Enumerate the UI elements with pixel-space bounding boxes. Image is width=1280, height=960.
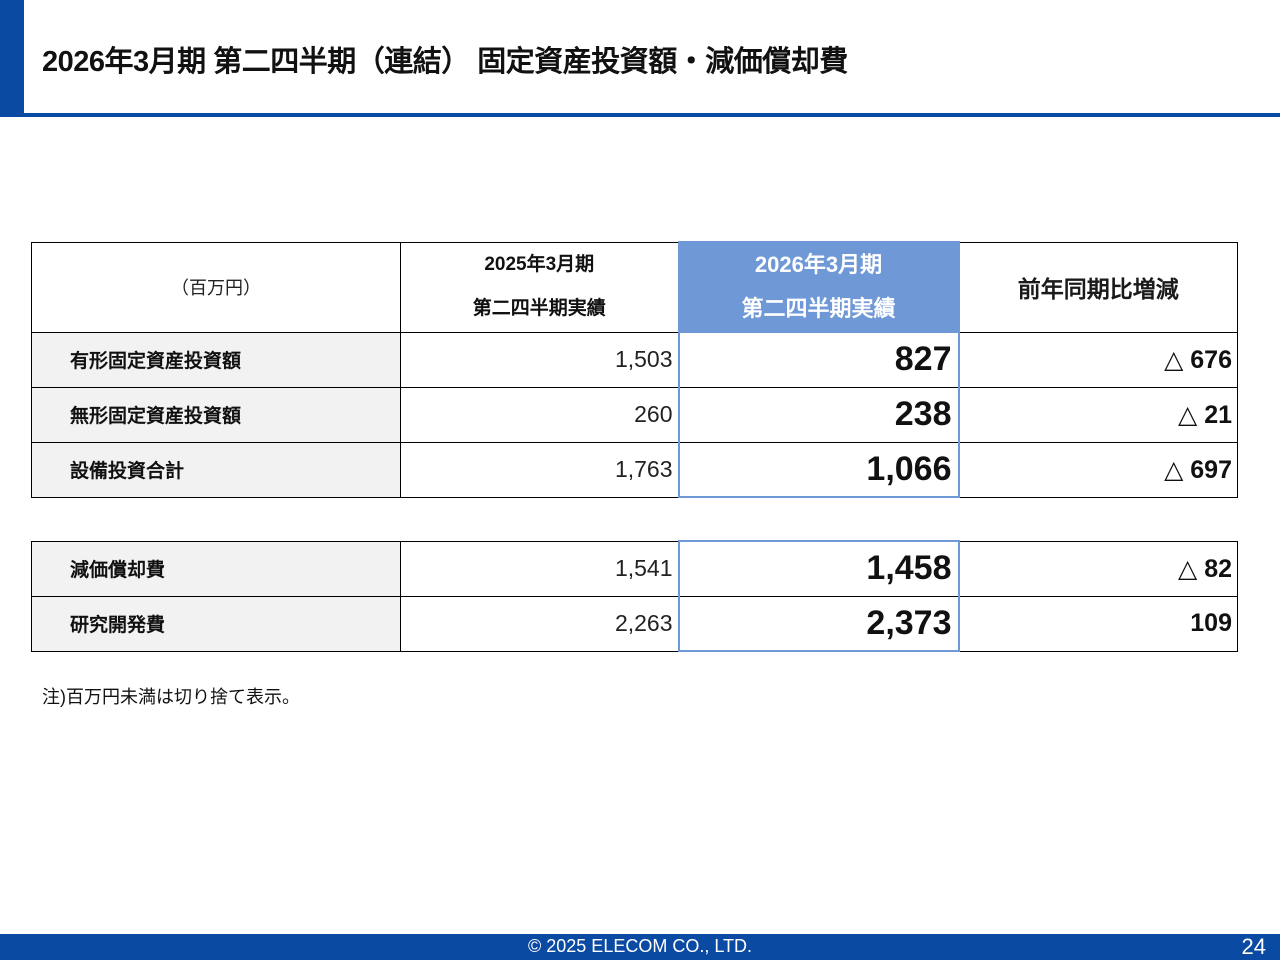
header-prev-period: 2025年3月期 第二四半期実績 [400,241,679,333]
row-label: 有形固定資産投資額 [31,331,401,388]
prev-value: 2,263 [400,595,679,652]
change-value: △ 697 [958,441,1238,498]
prev-value: 260 [400,386,679,443]
page-number: 24 [1241,934,1266,959]
copyright-text: © 2025 ELECOM CO., LTD. [528,936,752,956]
depreciation-table: 減価償却費 1,541 1,458 △ 82 研究開発費 2,263 2,373… [31,540,1238,652]
change-value: △ 82 [958,540,1238,597]
change-value: △ 21 [958,386,1238,443]
row-label: 無形固定資産投資額 [31,386,401,443]
title-accent-bar [0,0,24,117]
table-row: 研究開発費 2,263 2,373 109 [31,595,1238,652]
title-underline [0,113,1280,117]
prev-value: 1,541 [400,540,679,597]
current-value: 2,373 [677,595,960,652]
current-value: 827 [677,331,960,388]
change-value: △ 676 [958,331,1238,388]
row-label: 減価償却費 [31,540,401,597]
unit-label: （百万円） [31,241,401,333]
table-row: 設備投資合計 1,763 1,066 △ 697 [31,441,1238,498]
slide-title: 2026年3月期 第二四半期（連結） 固定資産投資額・減価償却費 [42,46,848,78]
current-value: 238 [677,386,960,443]
row-label: 設備投資合計 [31,441,401,498]
current-value: 1,066 [677,441,960,498]
row-label: 研究開発費 [31,595,401,652]
table-row: 無形固定資産投資額 260 238 △ 21 [31,386,1238,443]
current-value: 1,458 [677,540,960,597]
table-row: 減価償却費 1,541 1,458 △ 82 [31,540,1238,597]
investment-table: （百万円） 2025年3月期 第二四半期実績 2026年3月期 第二四半期実績 … [31,241,1238,498]
header-yoy-change: 前年同期比増減 [958,241,1238,333]
header-current-line2: 第二四半期実績 [741,296,896,321]
header-current-period: 2026年3月期 第二四半期実績 [677,241,960,333]
table-row: 有形固定資産投資額 1,503 827 △ 676 [31,331,1238,388]
prev-value: 1,763 [400,441,679,498]
footer-bar: © 2025 ELECOM CO., LTD. 24 [0,934,1280,960]
header-current-line1: 2026年3月期 [754,252,883,277]
header-prev-line1: 2025年3月期 [484,254,595,275]
change-value: 109 [958,595,1238,652]
prev-value: 1,503 [400,331,679,388]
footnote: 注)百万円未満は切り捨て表示。 [42,687,300,707]
table-header-row: （百万円） 2025年3月期 第二四半期実績 2026年3月期 第二四半期実績 … [31,241,1238,333]
header-prev-line2: 第二四半期実績 [472,298,606,319]
